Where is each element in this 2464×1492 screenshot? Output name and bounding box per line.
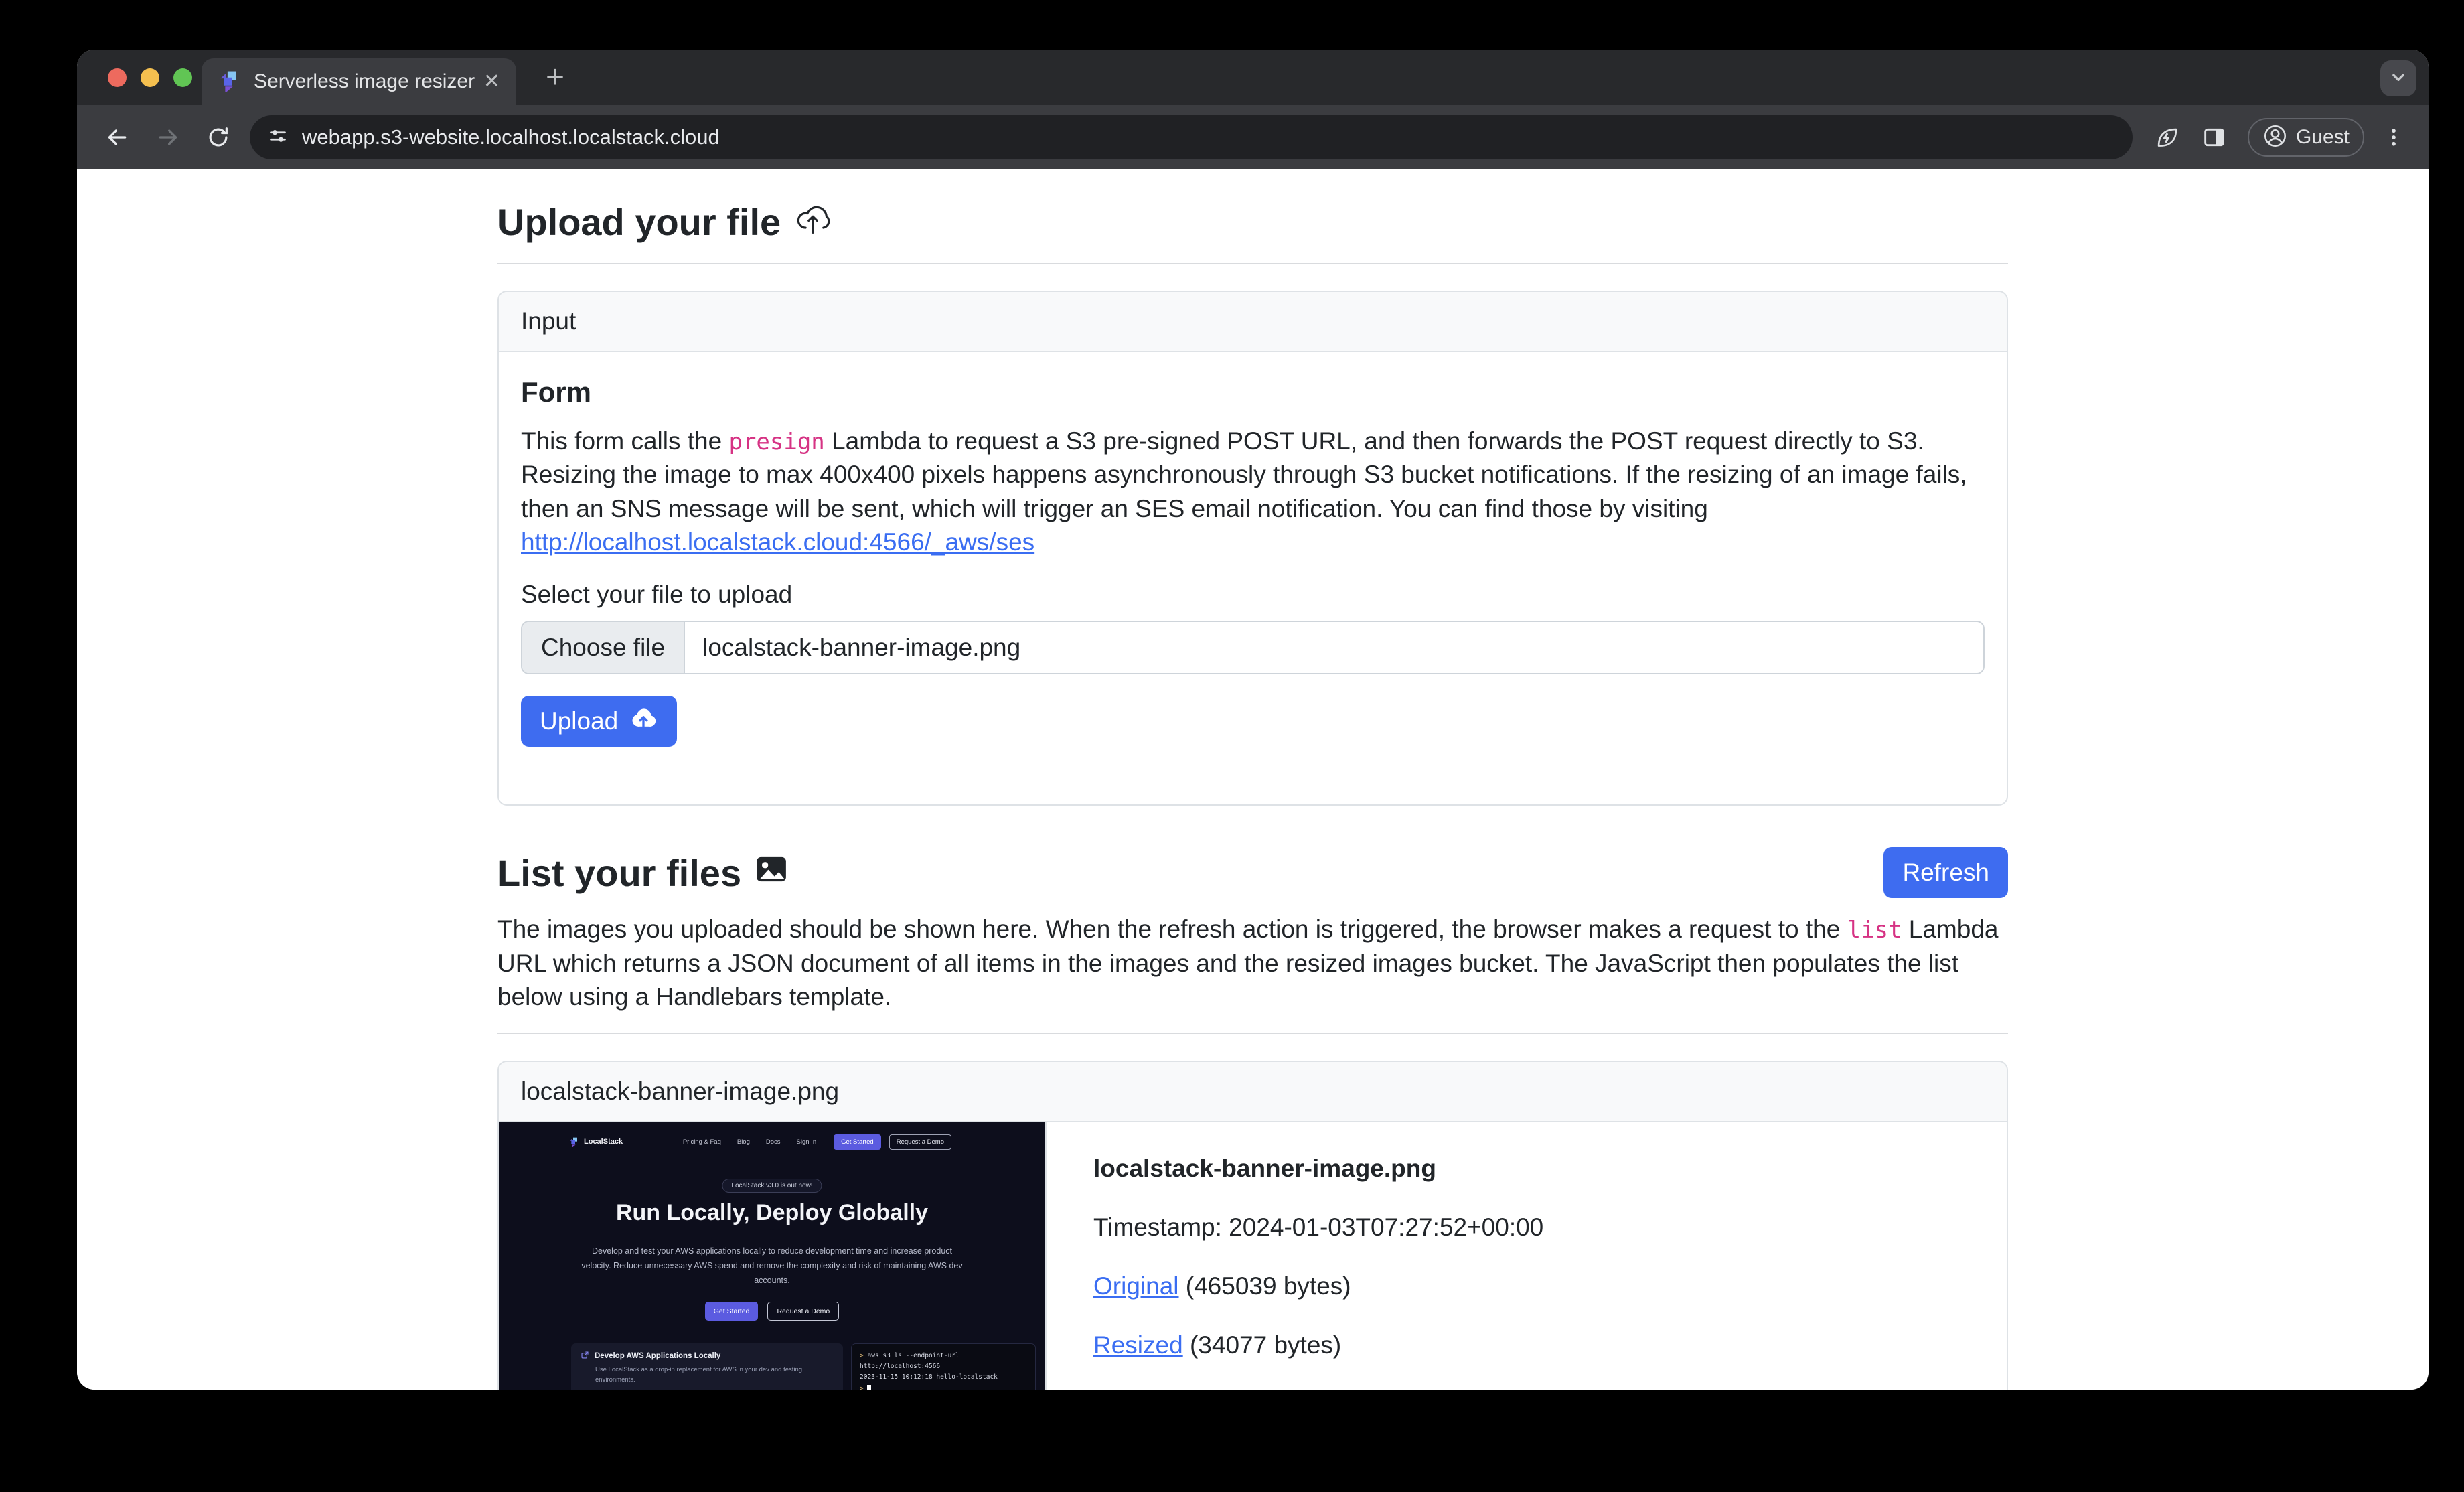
zoom-window-button[interactable] bbox=[173, 68, 192, 87]
list-code: list bbox=[1847, 917, 1902, 944]
new-tab-button[interactable]: + bbox=[546, 59, 564, 96]
list-heading-row: List your files bbox=[497, 851, 788, 895]
upload-description-text: This form calls the bbox=[521, 427, 728, 455]
banner-badge: LocalStack v3.0 is out now! bbox=[722, 1179, 822, 1193]
list-heading: List your files bbox=[497, 851, 741, 895]
back-button[interactable] bbox=[104, 124, 131, 151]
file-card-header: localstack-banner-image.png bbox=[499, 1062, 2007, 1122]
terminal-line: 2023-11-15 10:12:18 hello-localstack bbox=[860, 1373, 998, 1381]
presign-code: presign bbox=[728, 429, 824, 455]
banner-nav-get-started: Get Started bbox=[834, 1134, 881, 1150]
upload-heading: Upload your file bbox=[497, 200, 781, 244]
terminal-prompt: > bbox=[860, 1352, 864, 1359]
file-input[interactable]: Choose file localstack-banner-image.png bbox=[521, 621, 1985, 674]
terminal-cursor bbox=[867, 1385, 871, 1390]
banner-headline: Run Locally, Deploy Globally bbox=[499, 1200, 1045, 1226]
banner-logo: LocalStack bbox=[568, 1136, 623, 1147]
list-description: The images you uploaded should be shown … bbox=[497, 913, 2008, 1014]
side-panel-icon[interactable] bbox=[2201, 124, 2228, 151]
resized-size: (34077 bytes) bbox=[1183, 1331, 1342, 1359]
form-heading: Form bbox=[521, 376, 1985, 408]
terminal-prompt: > bbox=[860, 1385, 864, 1390]
browser-window: Serverless image resizer ✕ + webapp.s3-w… bbox=[77, 50, 2429, 1390]
upload-button-label: Upload bbox=[540, 707, 618, 735]
site-settings-icon[interactable] bbox=[266, 124, 290, 151]
file-card-row: LocalStack Pricing & Faq Blog Docs Sign … bbox=[499, 1122, 2007, 1390]
choose-file-button[interactable]: Choose file bbox=[522, 622, 685, 673]
banner-get-started-button: Get Started bbox=[705, 1302, 759, 1321]
banner-cta-row: Get Started Request a Demo bbox=[499, 1302, 1045, 1321]
file-details-cell: localstack-banner-image.png Timestamp: 2… bbox=[1047, 1122, 2007, 1390]
url-text: webapp.s3-website.localhost.localstack.c… bbox=[302, 125, 720, 149]
window-controls bbox=[108, 68, 192, 87]
banner-logo-text: LocalStack bbox=[584, 1138, 623, 1146]
original-file-line: Original (465039 bytes) bbox=[1093, 1272, 1960, 1300]
banner-nav: LocalStack Pricing & Faq Blog Docs Sign … bbox=[568, 1130, 951, 1153]
browser-toolbar: webapp.s3-website.localhost.localstack.c… bbox=[77, 105, 2429, 169]
resized-link[interactable]: Resized bbox=[1093, 1331, 1183, 1359]
browser-titlebar: Serverless image resizer ✕ + bbox=[77, 50, 2429, 105]
input-card-body: Form This form calls the presign Lambda … bbox=[499, 352, 2007, 804]
tab-close-icon[interactable]: ✕ bbox=[483, 72, 500, 92]
desktop-background: { "browser": { "tab": {"title": "Serverl… bbox=[0, 0, 2464, 1492]
banner-nav-links: Pricing & Faq Blog Docs Sign In bbox=[683, 1138, 816, 1146]
tab-title: Serverless image resizer bbox=[254, 70, 483, 93]
upload-section-heading-row: Upload your file bbox=[497, 199, 2008, 245]
file-thumbnail-image[interactable]: LocalStack Pricing & Faq Blog Docs Sign … bbox=[499, 1122, 1045, 1390]
banner-nav-request-demo: Request a Demo bbox=[889, 1134, 951, 1150]
banner-feature-card: Develop AWS Applications Locally Use Loc… bbox=[571, 1343, 843, 1390]
minimize-window-button[interactable] bbox=[141, 68, 159, 87]
tab-favicon-icon bbox=[218, 69, 240, 95]
banner-nav-link: Sign In bbox=[797, 1138, 817, 1146]
avatar-icon bbox=[2262, 123, 2288, 152]
profile-button[interactable]: Guest bbox=[2248, 118, 2364, 157]
original-size: (465039 bytes) bbox=[1179, 1272, 1351, 1300]
list-section-header: List your files Refresh bbox=[497, 847, 2008, 898]
file-name: localstack-banner-image.png bbox=[1093, 1154, 1960, 1183]
selected-file-name: localstack-banner-image.png bbox=[685, 622, 1983, 673]
cloud-upload-icon bbox=[794, 199, 832, 245]
banner-nav-link: Pricing & Faq bbox=[683, 1138, 721, 1146]
banner-feature-title: Develop AWS Applications Locally bbox=[595, 1352, 720, 1360]
refresh-button[interactable]: Refresh bbox=[1883, 847, 2008, 898]
performance-leaf-icon[interactable] bbox=[2153, 123, 2181, 151]
upload-button[interactable]: Upload bbox=[521, 696, 677, 747]
input-card: Input Form This form calls the presign L… bbox=[497, 291, 2008, 806]
list-description-text: The images you uploaded should be shown … bbox=[497, 915, 1847, 943]
forward-button[interactable] bbox=[155, 124, 181, 151]
reload-button[interactable] bbox=[206, 125, 231, 150]
banner-nav-link: Docs bbox=[766, 1138, 781, 1146]
resized-file-line: Resized (34077 bytes) bbox=[1093, 1331, 1960, 1359]
divider bbox=[497, 263, 2008, 264]
page-content: Upload your file Input Form This form ca… bbox=[77, 169, 2429, 1390]
box-arrow-icon bbox=[581, 1351, 589, 1361]
banner-feature-body: Use LocalStack as a drop-in replacement … bbox=[581, 1365, 834, 1385]
tab-search-button[interactable] bbox=[2380, 60, 2416, 96]
divider bbox=[497, 1033, 2008, 1034]
upload-description: This form calls the presign Lambda to re… bbox=[521, 425, 1985, 559]
file-timestamp: Timestamp: 2024-01-03T07:27:52+00:00 bbox=[1093, 1213, 1960, 1242]
browser-menu-icon[interactable] bbox=[2382, 125, 2406, 149]
profile-label: Guest bbox=[2296, 126, 2350, 149]
banner-nav-link: Blog bbox=[737, 1138, 750, 1146]
address-bar[interactable]: webapp.s3-website.localhost.localstack.c… bbox=[250, 115, 2133, 159]
file-thumbnail-cell: LocalStack Pricing & Faq Blog Docs Sign … bbox=[499, 1122, 1047, 1390]
terminal-line: aws s3 ls --endpoint-url http://localhos… bbox=[860, 1352, 959, 1370]
chevron-down-icon bbox=[2387, 66, 2410, 92]
file-input-label: Select your file to upload bbox=[521, 581, 1985, 609]
file-card: localstack-banner-image.png LocalStack bbox=[497, 1061, 2008, 1390]
ses-link[interactable]: http://localhost.localstack.cloud:4566/_… bbox=[521, 528, 1034, 556]
original-link[interactable]: Original bbox=[1093, 1272, 1179, 1300]
banner-request-demo-button: Request a Demo bbox=[767, 1302, 839, 1321]
browser-tab[interactable]: Serverless image resizer ✕ bbox=[202, 58, 516, 105]
banner-subtext: Develop and test your AWS applications l… bbox=[578, 1244, 966, 1288]
cloud-upload-filled-icon bbox=[629, 704, 658, 739]
image-icon bbox=[755, 851, 788, 895]
banner-terminal: > aws s3 ls --endpoint-url http://localh… bbox=[851, 1343, 1036, 1390]
close-window-button[interactable] bbox=[108, 68, 127, 87]
input-card-header: Input bbox=[499, 292, 2007, 352]
